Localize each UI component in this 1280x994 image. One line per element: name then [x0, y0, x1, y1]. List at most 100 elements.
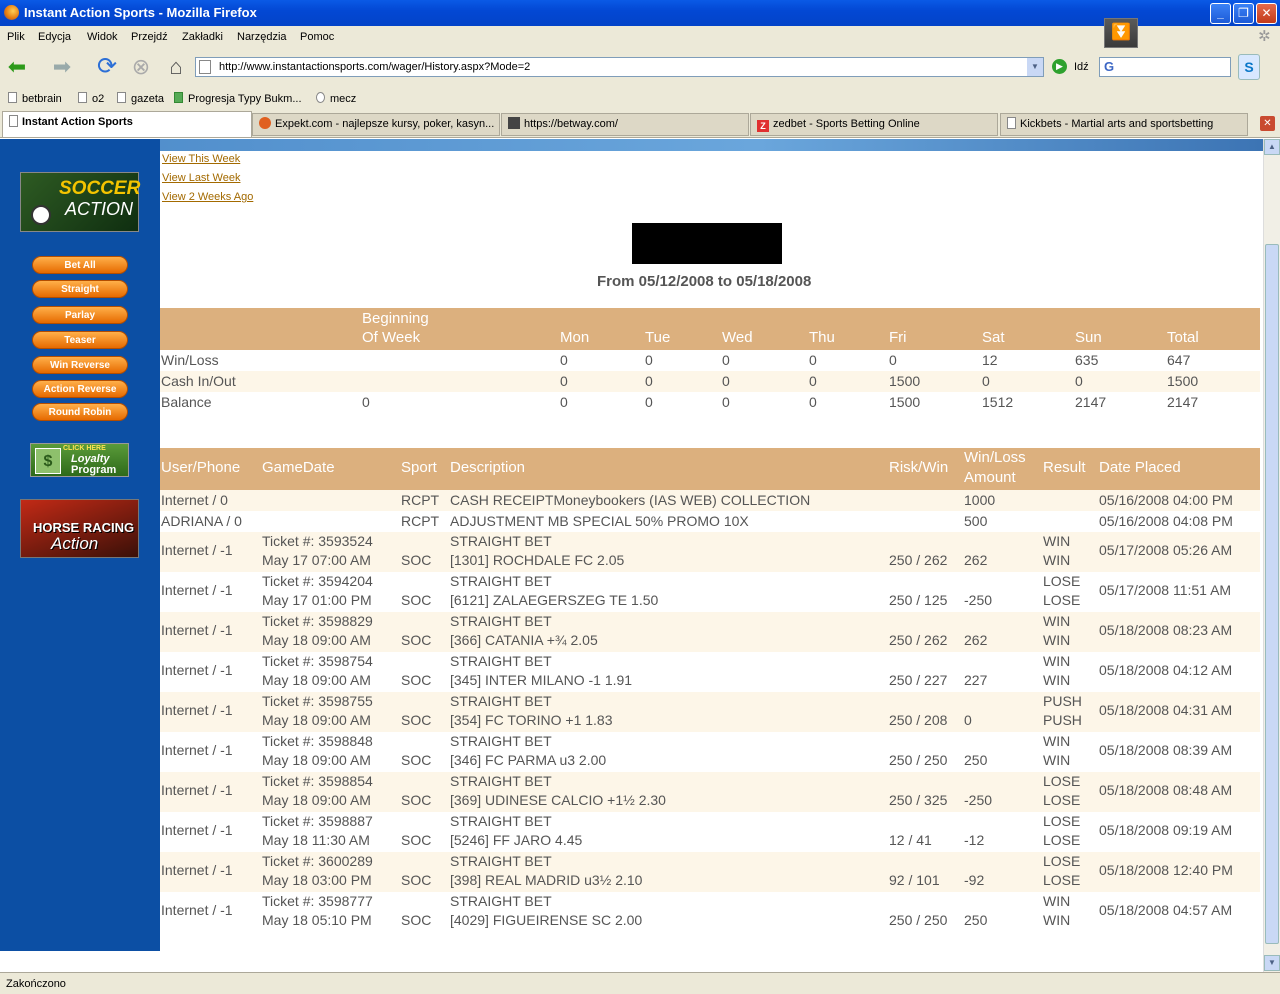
result: PUSH — [1043, 693, 1082, 709]
menu-zakladki[interactable]: Zakładki — [182, 31, 223, 43]
view-last-week-link[interactable]: View Last Week — [162, 172, 240, 184]
scroll-down-icon[interactable]: ▼ — [1264, 955, 1280, 971]
tab-expekt[interactable]: Expekt.com - najlepsze kursy, poker, kas… — [252, 113, 500, 136]
loyalty-program-banner[interactable]: $ CLICK HERE Loyalty Program — [30, 443, 129, 477]
result: WIN — [1043, 672, 1071, 688]
user-phone: Internet / -1 — [161, 782, 233, 798]
transactions-table: User/Phone GameDate Sport Description Ri… — [160, 448, 1260, 932]
user-phone: Internet / -1 — [161, 742, 233, 758]
win-loss-amount: -92 — [964, 872, 985, 888]
stop-icon[interactable]: ⊗ — [127, 53, 155, 81]
risk-win: 250 / 208 — [889, 712, 948, 728]
summary-cell: 635 — [1075, 352, 1099, 368]
bookmark-gazeta[interactable]: gazeta — [117, 92, 164, 105]
address-bar[interactable]: http://www.instantactionsports.com/wager… — [195, 57, 1044, 77]
bookmark-mecz[interactable]: mecz — [316, 92, 356, 105]
zedbet-icon: Z — [757, 120, 769, 132]
minimize-button[interactable]: _ — [1210, 3, 1231, 24]
tab-zedbet[interactable]: Zzedbet - Sports Betting Online — [750, 113, 998, 136]
user-phone: Internet / -1 — [161, 622, 233, 638]
menu-plik[interactable]: Plik — [7, 31, 25, 43]
game-date: May 18 09:00 AM — [262, 712, 371, 728]
action-reverse-button[interactable]: Action Reverse — [32, 380, 128, 398]
win-reverse-button[interactable]: Win Reverse — [32, 356, 128, 374]
bookmark-betbrain[interactable]: betbrain — [8, 92, 62, 105]
menu-widok[interactable]: Widok — [87, 31, 118, 43]
sport: SOC — [401, 632, 432, 648]
bet-row: Internet / -1 Ticket #: 3594204 May 17 01:… — [160, 572, 1260, 612]
bookmark-o2[interactable]: o2 — [78, 92, 104, 105]
bet-description: [1301] ROCHDALE FC 2.05 — [450, 552, 625, 568]
tab-instant-action-sports[interactable]: Instant Action Sports — [2, 111, 252, 137]
scroll-thumb[interactable] — [1265, 244, 1279, 944]
sport: SOC — [401, 832, 432, 848]
bookmark-label: mecz — [330, 93, 357, 105]
game-date: May 17 01:00 PM — [262, 592, 372, 608]
tab-label: Expekt.com - najlepsze kursy, poker, kas… — [275, 118, 495, 130]
google-icon[interactable]: G — [1104, 59, 1114, 74]
view-2-weeks-ago-link[interactable]: View 2 Weeks Ago — [162, 191, 253, 203]
transaction-cell: RCPT — [401, 513, 440, 529]
bet-all-button[interactable]: Bet All — [32, 256, 128, 274]
round-robin-button[interactable]: Round Robin — [32, 403, 128, 421]
menu-narzedzia[interactable]: Narzędzia — [237, 31, 287, 43]
bookmark-progresja[interactable]: Progresja Typy Bukm... — [174, 92, 302, 105]
risk-win: 92 / 101 — [889, 872, 940, 888]
sport: SOC — [401, 872, 432, 888]
skype-icon[interactable]: S — [1238, 54, 1260, 80]
summary-row: Cash In/Out 0 0 0 0 1500 0 0 1500 — [160, 371, 1260, 392]
close-button[interactable]: ✕ — [1256, 3, 1277, 24]
maximize-button[interactable]: ❐ — [1233, 3, 1254, 24]
ticket-number: Ticket #: 3598754 — [262, 653, 373, 669]
search-input[interactable]: G — [1099, 57, 1231, 77]
menu-pomoc[interactable]: Pomoc — [300, 31, 334, 43]
address-url[interactable]: http://www.instantactionsports.com/wager… — [219, 61, 530, 73]
col-header: Sun — [1075, 329, 1102, 346]
bet-row: Internet / -1 Ticket #: 3598887 May 18 11:… — [160, 812, 1260, 852]
sport: SOC — [401, 912, 432, 928]
parlay-button[interactable]: Parlay — [32, 306, 128, 324]
bet-description: [398] REAL MADRID u3½ 2.10 — [450, 872, 643, 888]
win-loss-amount: 250 — [964, 752, 988, 768]
bet-row: Internet / -1 Ticket #: 3598829 May 18 09:… — [160, 612, 1260, 652]
col-header: Tue — [645, 329, 671, 346]
straight-button[interactable]: Straight — [32, 280, 128, 298]
ticket-number: Ticket #: 3600289 — [262, 853, 373, 869]
summary-cell: 1500 — [889, 373, 921, 389]
risk-win: 250 / 250 — [889, 752, 948, 768]
risk-win: 12 / 41 — [889, 832, 932, 848]
tab-betway[interactable]: https://betway.com/ — [501, 113, 749, 136]
go-button[interactable]: Idź — [1074, 61, 1089, 73]
win-loss-amount: 262 — [964, 552, 988, 568]
vertical-scrollbar[interactable]: ▲ ▼ — [1263, 139, 1280, 972]
menu-przejdz[interactable]: Przejdź — [131, 31, 168, 43]
ticket-number: Ticket #: 3598829 — [262, 613, 373, 629]
forward-arrow-icon[interactable]: ➡ — [48, 53, 76, 81]
reload-icon[interactable]: ⟳ — [93, 53, 121, 81]
bet-description: [4029] FIGUEIRENSE SC 2.00 — [450, 912, 643, 928]
summary-cell: 0 — [645, 373, 653, 389]
tab-kickbets[interactable]: Kickbets - Martial arts and sportsbettin… — [1000, 113, 1248, 136]
soccer-action-logo[interactable]: SOCCER ACTION — [20, 172, 140, 232]
risk-win: 250 / 250 — [889, 912, 948, 928]
address-dropdown-icon[interactable]: ▼ — [1027, 58, 1043, 76]
transaction-cell: 500 — [964, 513, 988, 529]
scroll-up-icon[interactable]: ▲ — [1264, 139, 1280, 155]
back-arrow-icon[interactable]: ⬅ — [3, 53, 31, 81]
horse-racing-banner[interactable]: HORSE RACING Action — [20, 499, 139, 558]
menu-edycja[interactable]: Edycja — [38, 31, 71, 43]
summary-cell: 0 — [722, 373, 730, 389]
extension-chevron-icon[interactable]: ⏬ — [1104, 18, 1138, 48]
teaser-button[interactable]: Teaser — [32, 331, 128, 349]
tab-bar: Instant Action Sports Expekt.com - najle… — [0, 110, 1280, 138]
close-tab-icon[interactable]: ✕ — [1260, 116, 1275, 131]
page-content: SOCCER ACTION Bet All Straight Parlay Te… — [0, 139, 1263, 972]
summary-rows: Win/Loss 0 0 0 0 0 12 635 647 Cash In/Out 0 0 0 0 1500… — [160, 350, 1260, 413]
home-icon[interactable]: ⌂ — [162, 53, 190, 81]
go-arrow-icon[interactable]: ▶ — [1052, 59, 1067, 74]
summary-cell: 1512 — [982, 394, 1014, 410]
summary-cell: Balance — [161, 394, 212, 410]
view-this-week-link[interactable]: View This Week — [162, 153, 240, 165]
bookmark-label: Progresja Typy Bukm... — [188, 93, 302, 105]
win-loss-amount: 227 — [964, 672, 988, 688]
